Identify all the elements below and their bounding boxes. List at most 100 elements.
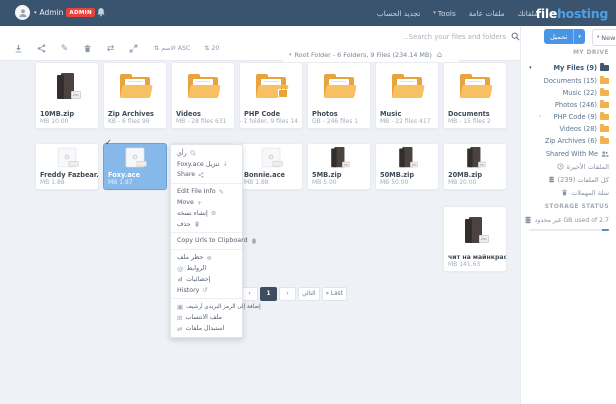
download-button[interactable] — [12, 42, 25, 55]
sidebar-item-videos[interactable]: Videos (28) — [521, 123, 616, 134]
folder-card[interactable]: Videos 631 MB - 28 files — [171, 62, 235, 129]
top-navbar: ▾ Admin ADMIN تجديد الحساب ▾Tools ملفات … — [0, 0, 616, 26]
sidebar-item-my-files[interactable]: ▾ My Files (9) — [521, 62, 616, 73]
nav-item-renew-account[interactable]: تجديد الحساب — [377, 9, 420, 18]
folder-card-locked[interactable]: PHP Code 14 KB - 1 folder, 9 files — [239, 62, 303, 129]
folder-icon — [600, 78, 609, 84]
user-avatar[interactable] — [15, 5, 30, 20]
expand-button[interactable] — [127, 42, 140, 55]
new-button[interactable]: ▾ New — [592, 29, 616, 46]
filehosting-logo[interactable]: filehosting — [536, 6, 608, 21]
storage-usage: 2.7 GB used of غير محدود — [521, 216, 616, 224]
folder-locked-icon — [240, 63, 302, 109]
menu-item-move[interactable]: Move+ — [171, 197, 242, 208]
lock-icon — [278, 89, 288, 98]
folder-card[interactable]: Photos 1 GB - 246 files — [307, 62, 371, 129]
file-card[interactable]: zip 50MB.zip 50.00 MB — [375, 143, 439, 190]
user-menu[interactable]: ▾ Admin ADMIN — [34, 8, 95, 17]
breadcrumb-text: Root Folder - 6 Folders, 9 Files (234.14… — [295, 51, 432, 59]
menu-item-file-affiliation[interactable]: ⊞ملف الانتساب — [171, 312, 242, 323]
folder-card[interactable]: Documents 2 MB - 15 files — [443, 62, 507, 129]
caret-down-icon[interactable]: ▾ — [529, 65, 532, 71]
history-icon: ↺ — [202, 286, 207, 294]
sort-control[interactable]: ⇅ الاسم ASC — [154, 45, 190, 52]
edit-icon: ✎ — [61, 44, 69, 54]
swap-icon: ⇄ — [177, 325, 182, 333]
notifications-bell-icon[interactable] — [96, 7, 106, 17]
menu-item-download[interactable]: تنزيل Foxy.ace↓ — [171, 159, 242, 170]
menu-item-ban-file[interactable]: حظر ملف⊗ — [171, 252, 242, 263]
breadcrumb[interactable]: ▾ Root Folder - 6 Folders, 9 Files (234.… — [283, 47, 465, 62]
file-toolbar: ✎ ⇄ ⇅ الاسم ASC ⇅ 20 — [12, 42, 219, 55]
caret-down-icon: ▾ — [289, 52, 292, 58]
menu-divider — [171, 249, 242, 250]
sidebar-item-shared-with-me[interactable]: Shared With Me — [521, 148, 616, 159]
share-icon — [198, 172, 204, 178]
pagination-last[interactable]: » Last — [322, 287, 347, 301]
upload-label: تحميل — [544, 33, 573, 41]
menu-item-history[interactable]: History↺ — [171, 285, 242, 296]
file-card[interactable]: ⚙ Freddy Fazbear.ace 1.88 MB — [35, 143, 99, 190]
zip-file-icon: zip — [308, 144, 370, 170]
file-card[interactable]: zip 20MB.zip 20.00 MB — [443, 143, 507, 190]
per-page-control[interactable]: ⇅ 20 — [204, 45, 219, 52]
search-icon — [190, 150, 196, 156]
folder-card[interactable]: Music 417 MB - 22 files — [375, 62, 439, 129]
file-card[interactable]: zip 10MB.zip 10.00 MB — [35, 62, 99, 129]
sidebar-item-photos[interactable]: Photos (246) — [521, 99, 616, 110]
menu-item-links[interactable]: @الروابط — [171, 263, 242, 274]
menu-item-create-copy[interactable]: إنشاء نسخة⊕ — [171, 208, 242, 219]
share-button[interactable] — [35, 42, 48, 55]
file-card-selected[interactable]: ✓ ⚙ Foxy.ace 1.87 MB — [103, 143, 167, 190]
folder-card[interactable]: Zip Archives 99 KB - 6 files — [103, 62, 167, 129]
nav-item-tools[interactable]: ▾Tools — [433, 9, 456, 18]
menu-divider — [171, 232, 242, 233]
caret-down-icon[interactable]: ▾ — [573, 29, 585, 44]
sidebar-item-documents[interactable]: Documents (15) — [521, 75, 616, 86]
folder-icon — [600, 138, 609, 144]
zip-file-icon: zip — [444, 144, 506, 170]
sidebar-item-php-code[interactable]: ‹ PHP Code (9) — [521, 111, 616, 122]
menu-item-edit-file-info[interactable]: Edit File Info✎ — [171, 186, 242, 197]
sidebar-item-all-files[interactable]: كل الملفات (239) — [521, 174, 616, 185]
sidebar-item-music[interactable]: Music (22) — [521, 87, 616, 98]
link-icon: @ — [177, 265, 184, 273]
caret-down-icon: ▾ — [34, 10, 37, 16]
sidebar-item-zip-archives[interactable]: Zip Archives (6) — [521, 135, 616, 146]
menu-item-copy-urls[interactable]: Copy Urls to Clipboard — [171, 236, 242, 247]
pagination-page-1[interactable]: 1 — [260, 287, 277, 301]
flag-icon: ⊞ — [177, 314, 182, 322]
folder-icon — [600, 114, 609, 120]
zip-file-icon: zip — [36, 63, 98, 109]
search-icon[interactable] — [511, 32, 520, 41]
people-icon — [601, 150, 609, 158]
pagination-prev[interactable]: ‹ — [241, 287, 258, 301]
edit-button[interactable]: ✎ — [58, 42, 71, 55]
upload-button[interactable]: تحميل ▾ — [544, 29, 585, 44]
pagination-next[interactable]: التالي — [298, 287, 320, 301]
search-input[interactable] — [368, 32, 508, 42]
menu-divider — [171, 183, 242, 184]
menu-item-share[interactable]: Share — [171, 170, 242, 181]
caret-down-icon: ▾ — [433, 10, 436, 16]
nav-item-public-files[interactable]: ملفات عامة — [469, 9, 505, 18]
menu-item-delete[interactable]: حذف — [171, 219, 242, 230]
move-button[interactable]: ⇄ — [104, 42, 117, 55]
delete-button[interactable] — [81, 42, 94, 55]
menu-item-replace-files[interactable]: ⇄استبدال ملفات — [171, 323, 242, 334]
sidebar-item-trash[interactable]: سلة المهملات — [521, 187, 616, 198]
menu-item-statistics[interactable]: إحصائيات — [171, 274, 242, 285]
pagination-next-arrow[interactable]: › — [279, 287, 296, 301]
new-label: New — [601, 34, 615, 42]
file-card[interactable]: ⚙ Bonnie.ace 1.88 MB — [239, 143, 303, 190]
file-card[interactable]: zip чит на майнкрафт.zip 141.63 MB — [443, 206, 507, 272]
menu-item-add-to-zip[interactable]: ▣إضافة إلى الرمز البريدي أرشيف — [171, 302, 242, 313]
storage-usage-text: 2.7 GB used of غير محدود — [535, 217, 609, 224]
drive-icon — [548, 176, 555, 183]
trash-icon — [561, 189, 568, 196]
sidebar-item-recent-files[interactable]: الملفات الأخيرة — [521, 161, 616, 172]
expander-icon[interactable]: ‹ — [539, 113, 541, 120]
file-card[interactable]: zip 5MB.zip 5.00 MB — [307, 143, 371, 190]
home-icon[interactable]: ⌂ — [437, 50, 442, 60]
menu-item-view[interactable]: رأي — [171, 148, 242, 159]
